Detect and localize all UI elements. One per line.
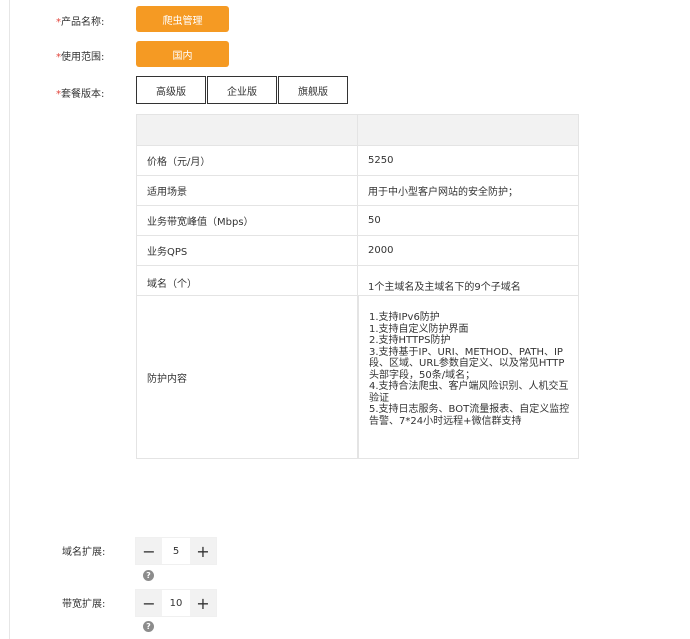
- domain-plus-button[interactable]: +: [190, 538, 216, 564]
- domain-expansion-label: 域名扩展:: [62, 547, 106, 558]
- protection-lines: 1.支持IPv6防护 1.支持自定义防护界面 2.支持HTTPS防护 3.支持基…: [369, 312, 570, 427]
- domain-help-icon[interactable]: ?: [143, 570, 154, 581]
- bandwidth-expansion-stepper: − +: [136, 590, 216, 616]
- bandwidth-plus-button[interactable]: +: [190, 590, 216, 616]
- spec-value: 用于中小型客户网站的安全防护；: [357, 176, 576, 205]
- version-advanced-button[interactable]: 高级版: [136, 76, 206, 104]
- spec-value: 1.支持IPv6防护 1.支持自定义防护界面 2.支持HTTPS防护 3.支持基…: [357, 296, 576, 458]
- table-header-row: [137, 114, 578, 146]
- spec-value: 5250: [357, 146, 576, 175]
- spec-name: 价格（元/月）: [147, 157, 211, 168]
- bandwidth-expansion-label: 带宽扩展:: [62, 599, 106, 610]
- product-name-label: *产品名称:: [56, 17, 105, 28]
- product-name-button[interactable]: 爬虫管理: [136, 6, 229, 32]
- package-version-group: 高级版 企业版 旗舰版: [136, 76, 349, 104]
- spec-name: 业务QPS: [147, 247, 188, 258]
- package-version-label: *套餐版本:: [56, 89, 105, 100]
- spec-name: 业务带宽峰值（Mbps）: [147, 217, 254, 228]
- spec-name: 域名（个）: [147, 279, 197, 290]
- domain-quantity-input[interactable]: [162, 538, 190, 564]
- table-row: 业务带宽峰值（Mbps） 50: [137, 206, 578, 236]
- version-enterprise-button[interactable]: 企业版: [207, 76, 277, 104]
- spec-table: 价格（元/月） 5250 适用场景 用于中小型客户网站的安全防护； 业务带宽峰值…: [136, 114, 579, 459]
- table-header-cell: [137, 115, 357, 145]
- table-row: 适用场景 用于中小型客户网站的安全防护；: [137, 176, 578, 206]
- table-row: 价格（元/月） 5250: [137, 146, 578, 176]
- spec-value: 1个主域名及主域名下的9个子域名: [357, 266, 576, 295]
- spec-value: 2000: [357, 236, 576, 265]
- table-row: 防护内容 1.支持IPv6防护 1.支持自定义防护界面 2.支持HTTPS防护 …: [137, 296, 578, 459]
- left-border: [9, 0, 10, 639]
- domain-expansion-stepper: − +: [136, 538, 216, 564]
- spec-name: 防护内容: [147, 373, 187, 385]
- domain-minus-button[interactable]: −: [136, 538, 162, 564]
- usage-scope-button[interactable]: 国内: [136, 41, 229, 67]
- table-row: 业务QPS 2000: [137, 236, 578, 266]
- bandwidth-quantity-input[interactable]: [162, 590, 190, 616]
- spec-value: 50: [357, 206, 576, 235]
- bandwidth-help-icon[interactable]: ?: [143, 621, 154, 632]
- table-header-cell: [357, 115, 576, 145]
- version-flagship-button[interactable]: 旗舰版: [278, 76, 348, 104]
- usage-scope-label: *使用范围:: [56, 52, 105, 63]
- table-row: 域名（个） 1个主域名及主域名下的9个子域名: [137, 266, 578, 296]
- bandwidth-minus-button[interactable]: −: [136, 590, 162, 616]
- spec-name: 适用场景: [147, 187, 187, 198]
